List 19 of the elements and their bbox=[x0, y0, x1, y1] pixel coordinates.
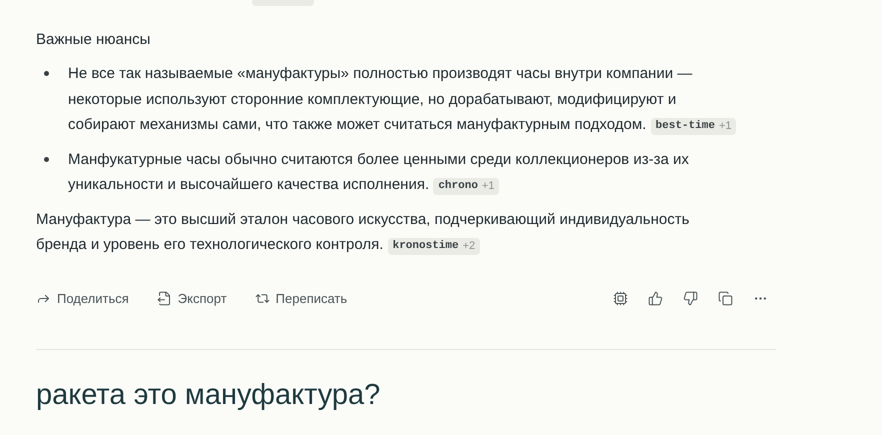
share-button[interactable]: Поделиться bbox=[36, 286, 129, 312]
conclusion-text: Мануфактура — это высший эталон часового искусства, подчеркивающий индивидуальность бренда и уровень его технологического контроля. kronostime +2 bbox=[36, 210, 690, 257]
bullet-icon bbox=[44, 71, 49, 76]
source-badge[interactable]: best-time +1 bbox=[650, 118, 736, 135]
source-badge[interactable]: chrono +1 bbox=[433, 178, 500, 195]
rewrite-button[interactable]: Переписать bbox=[254, 286, 348, 312]
thumbs-down-icon bbox=[682, 291, 698, 306]
repeat-icon bbox=[254, 291, 270, 306]
source-badge[interactable]: kronostime +2 bbox=[388, 238, 480, 255]
question-heading: ракета это мануфактура? bbox=[36, 378, 382, 412]
export-button[interactable]: Экспорт bbox=[156, 286, 227, 312]
section-heading: Важные нюансы bbox=[36, 30, 152, 50]
export-icon bbox=[156, 291, 172, 306]
bullet-text: Не все так называемые «мануфактуры» полностью производят часы внутри компании — некоторые используют сторонние комплектующие, но дорабатывают, модифицируют и собирают механизмы сами, что также может считаться мануфактурным подходом. best-time +1 bbox=[68, 61, 776, 138]
chip-icon bbox=[612, 291, 628, 306]
bullet-text: Манфукатурные часы обычно считаются более ценными среди коллекционеров из-за их уникальности и высочайшего качества исполнения. chrono +1 bbox=[68, 150, 690, 197]
copy-icon bbox=[718, 291, 732, 306]
thumbs-up-icon bbox=[648, 291, 662, 306]
bullet-icon bbox=[44, 156, 49, 162]
